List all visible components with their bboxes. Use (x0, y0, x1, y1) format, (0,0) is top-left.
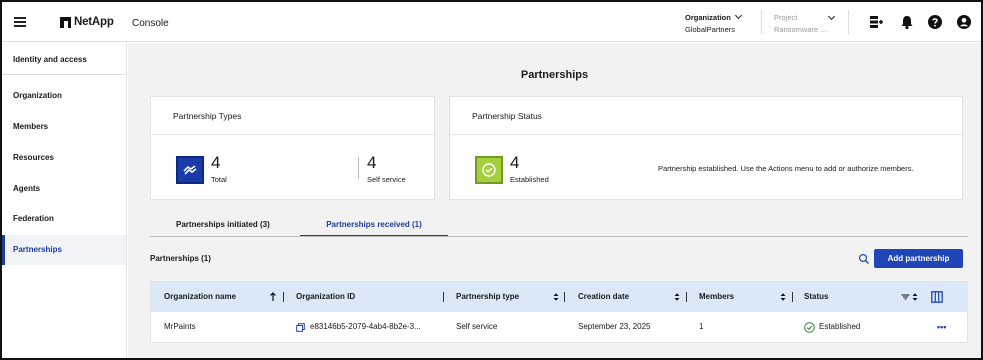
project-selector[interactable]: Project Ransomware ... (774, 12, 839, 34)
partnership-type-icon (176, 156, 204, 184)
app-title: Console (132, 18, 169, 29)
sidebar-item-federation[interactable]: Federation (2, 204, 126, 234)
column-header-members[interactable]: Members (699, 282, 734, 312)
established-count: 4 (510, 153, 520, 172)
status-message: Partnership established. Use the Actions… (658, 164, 914, 173)
established-label: Established (510, 175, 549, 184)
divider (761, 10, 762, 34)
sidebar-divider (2, 74, 126, 75)
sidebar-item-agents[interactable]: Agents (2, 174, 126, 204)
filter-icon[interactable] (901, 292, 910, 302)
add-partnership-button[interactable]: Add partnership (874, 249, 963, 268)
sort-icon[interactable] (552, 292, 560, 302)
column-header-status[interactable]: Status (804, 282, 828, 312)
organization-selector[interactable]: Organization GlobalPartners (685, 11, 755, 34)
sidebar: Identity and access Organization Members… (2, 43, 127, 358)
card-title: Partnership Status (450, 97, 962, 135)
total-label: Total (211, 175, 227, 184)
sidebar-item-members[interactable]: Members (2, 112, 126, 142)
column-header-partnership-type[interactable]: Partnership type (456, 282, 519, 312)
columns-icon[interactable] (931, 291, 943, 303)
netapp-logo-mark (60, 16, 71, 28)
project-selector-value: Ransomware ... (774, 25, 827, 34)
sort-icon[interactable] (673, 292, 681, 302)
check-circle-icon (482, 163, 496, 177)
cell-members: 1 (699, 322, 704, 331)
divider (358, 157, 359, 179)
tab-partnerships-initiated[interactable]: Partnerships initiated (3) (176, 220, 270, 237)
column-separator[interactable] (792, 292, 793, 302)
main-content: Partnerships Partnership Types 4 Total 4… (128, 43, 981, 358)
partnership-types-card: Partnership Types 4 Total 4 Self service (150, 96, 435, 200)
sort-ascending-icon[interactable] (269, 292, 277, 302)
cell-creation-date: September 23, 2025 (578, 322, 651, 331)
app-window: NetApp Console Organization GlobalPartne… (0, 0, 983, 360)
menu-icon[interactable] (14, 17, 26, 27)
page-title: Partnerships (520, 69, 589, 81)
organization-selector-label: Organization (685, 13, 731, 22)
bell-icon[interactable] (899, 14, 915, 30)
user-icon[interactable] (956, 14, 972, 30)
cell-status: Established (819, 322, 861, 331)
search-icon[interactable] (858, 253, 870, 265)
divider (848, 10, 849, 34)
sidebar-item-resources[interactable]: Resources (2, 143, 126, 173)
organization-selector-value: GlobalPartners (685, 25, 736, 34)
column-separator[interactable] (564, 292, 565, 302)
top-bar: NetApp Console Organization GlobalPartne… (2, 2, 981, 42)
cell-partnership-type: Self service (456, 322, 498, 331)
cell-organization-name: MrPaints (164, 322, 196, 331)
status-icon (475, 156, 503, 184)
self-service-label: Self service (367, 175, 406, 184)
column-header-organization-id[interactable]: Organization ID (296, 282, 355, 312)
cell-organization-id: e83146b5-2079-4ab4-8b2e-3... (310, 322, 421, 331)
card-title: Partnership Types (151, 97, 434, 135)
partnership-status-card: Partnership Status 4 Established Partner… (449, 96, 963, 200)
tab-partnerships-received[interactable]: Partnerships received (1) (300, 220, 448, 237)
partnerships-table: Organization name Organization ID Partne… (150, 281, 968, 343)
column-separator[interactable] (443, 292, 444, 302)
column-separator[interactable] (686, 292, 687, 302)
netapp-logo[interactable]: NetApp (60, 16, 114, 28)
total-count: 4 (211, 153, 221, 172)
agent-icon[interactable] (868, 14, 884, 30)
brand-name: NetApp (74, 16, 114, 28)
tabs-underline (150, 236, 968, 237)
sort-icon[interactable] (911, 292, 919, 302)
sidebar-item-identity-and-access[interactable]: Identity and access (2, 45, 126, 75)
column-header-creation-date[interactable]: Creation date (578, 282, 629, 312)
self-service-count: 4 (367, 153, 377, 172)
list-title: Partnerships (1) (150, 254, 211, 263)
sidebar-item-organization[interactable]: Organization (2, 81, 126, 111)
copy-icon[interactable] (296, 323, 305, 332)
check-circle-icon (804, 322, 815, 333)
row-actions-menu[interactable]: ••• (937, 312, 946, 342)
column-separator[interactable] (283, 292, 284, 302)
help-icon[interactable] (927, 14, 943, 30)
chevron-down-icon (734, 11, 742, 20)
table-header: Organization name Organization ID Partne… (151, 282, 967, 312)
handshake-icon (183, 165, 197, 175)
sort-icon[interactable] (779, 292, 787, 302)
sidebar-item-partnerships[interactable]: Partnerships (2, 235, 126, 265)
column-header-organization-name[interactable]: Organization name (164, 282, 236, 312)
